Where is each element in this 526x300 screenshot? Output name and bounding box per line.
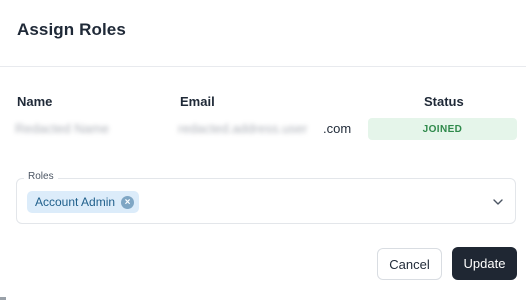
chevron-down-icon[interactable]	[491, 195, 505, 209]
user-name-redacted: Redacted Name	[15, 121, 109, 136]
header-divider	[0, 66, 526, 67]
roles-field-label: Roles	[24, 171, 58, 182]
close-circle-icon[interactable]: ×	[121, 195, 135, 209]
user-email-redacted: redacted.address.user	[178, 121, 308, 136]
cancel-button[interactable]: Cancel	[377, 248, 442, 280]
role-chip-account-admin: Account Admin ×	[27, 191, 140, 213]
status-badge: JOINED	[368, 118, 517, 140]
update-button[interactable]: Update	[452, 247, 517, 280]
assign-roles-dialog: Assign Roles Name Email Status Redacted …	[0, 0, 526, 300]
email-column-header: Email	[180, 94, 215, 109]
status-column-header: Status	[424, 94, 464, 109]
name-column-header: Name	[17, 94, 53, 109]
role-chip-label: Account Admin	[35, 195, 116, 209]
user-email-suffix: .com	[323, 121, 352, 136]
roles-select[interactable]: Account Admin ×	[16, 178, 516, 224]
dialog-title: Assign Roles	[17, 20, 126, 39]
